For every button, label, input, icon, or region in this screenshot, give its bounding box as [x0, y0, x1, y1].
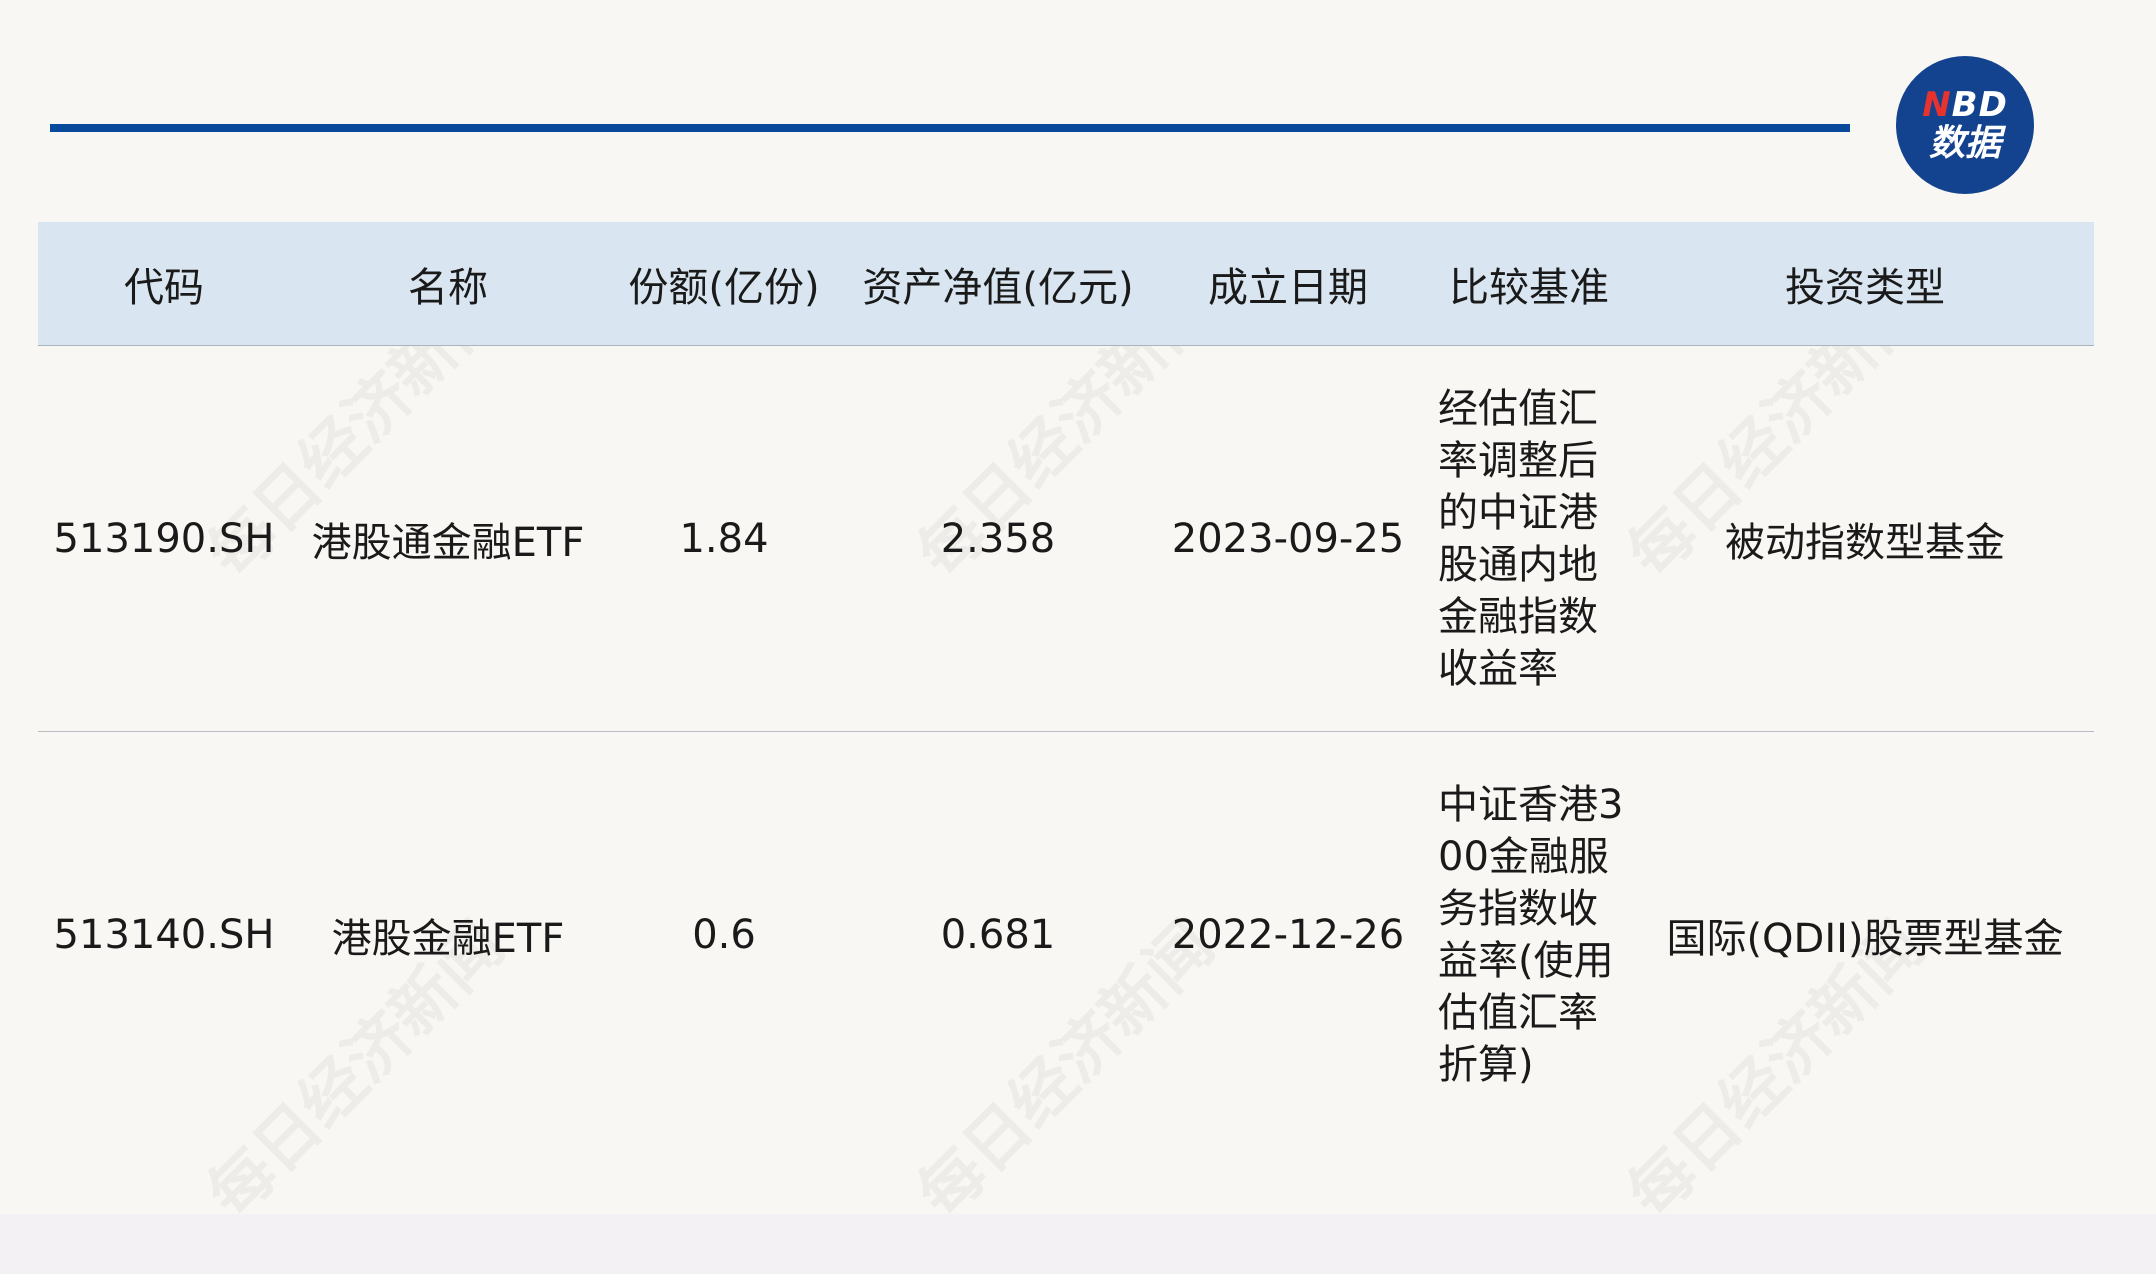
cell-name: 港股通金融ETF	[311, 519, 585, 566]
cell-name: 港股金融ETF	[331, 916, 565, 962]
cell-shares: 1.84	[679, 515, 769, 562]
fund-table: 代码 名称 份额(亿份) 资产净值(亿元) 成立日期 比较基准 投资类型 513…	[38, 222, 2094, 1138]
cell-code: 513190.SH	[53, 515, 275, 562]
cell-type: 被动指数型基金	[1725, 519, 2005, 566]
table-header-row: 代码 名称 份额(亿份) 资产净值(亿元) 成立日期 比较基准 投资类型	[38, 222, 2094, 346]
header-nav: 资产净值(亿元)	[862, 264, 1134, 311]
cell-type: 国际(QDII)股票型基金	[1666, 916, 2064, 962]
cell-nav: 0.681	[940, 912, 1056, 958]
bottom-strip	[0, 1214, 2156, 1274]
header-date: 成立日期	[1208, 264, 1368, 311]
logo-text-nbd: NBD	[1922, 85, 2008, 125]
table-row: 513140.SH 港股金融ETF 0.6 0.681 2022-12-26 中…	[38, 732, 2094, 1138]
cell-date: 2022-12-26	[1171, 912, 1405, 958]
cell-shares: 0.6	[692, 912, 756, 958]
header-benchmark: 比较基准	[1449, 264, 1609, 311]
cell-date: 2023-09-25	[1171, 515, 1405, 562]
nbd-logo: NBD 数据	[1896, 56, 2034, 194]
header-type: 投资类型	[1785, 264, 1945, 311]
cell-benchmark: 经估值汇率调整后的中证港股通内地金融指数收益率	[1438, 385, 1598, 692]
table-row: 513190.SH 港股通金融ETF 1.84 2.358 2023-09-25…	[38, 346, 2094, 732]
cell-benchmark: 中证香港300金融服务指数收益率(使用估值汇率折算)	[1438, 782, 1624, 1088]
logo-text-data: 数据	[1928, 123, 2001, 164]
header-name: 名称	[408, 264, 488, 311]
cell-nav: 2.358	[940, 515, 1056, 562]
header-shares: 份额(亿份)	[628, 264, 820, 311]
header-code: 代码	[124, 264, 204, 311]
top-rule	[50, 124, 1850, 132]
cell-code: 513140.SH	[53, 912, 275, 958]
